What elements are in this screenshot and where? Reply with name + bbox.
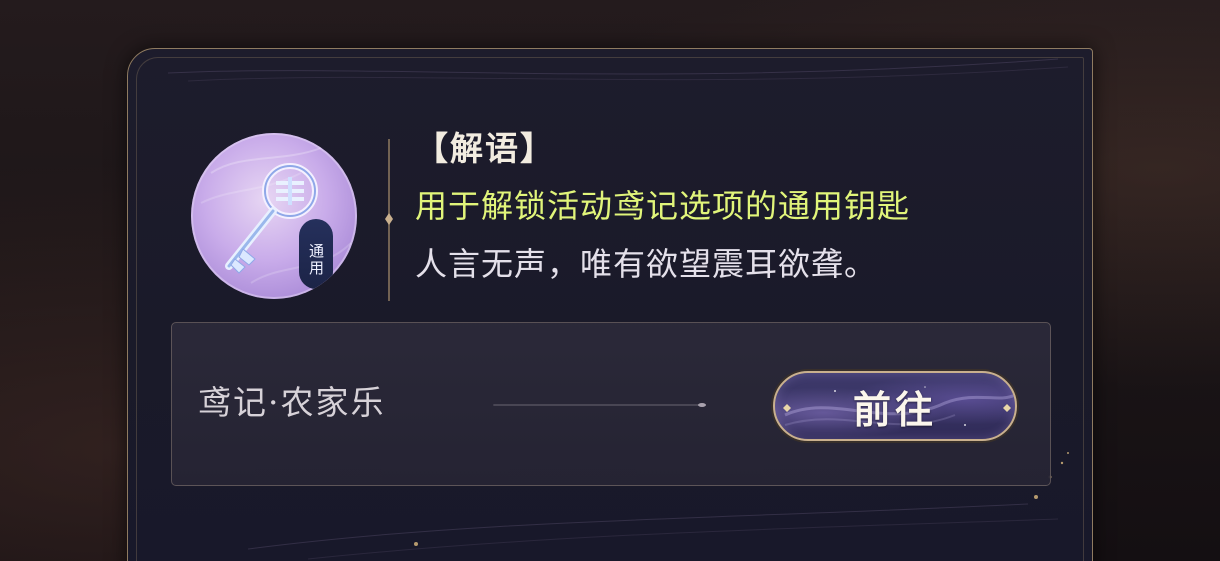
item-icon-frame: 通用 [191,133,357,299]
item-flavor-text: 人言无声，唯有欲望震耳欲聋。 [415,245,878,283]
source-name: 鸢记·农家乐 [198,383,386,422]
divider-ornament [385,139,393,301]
goto-button-label: 前往 [852,386,937,432]
item-detail-panel: 通用 【解语】 用于解锁活动鸢记选项的通用钥匙 人言无声，唯有欲望震耳欲聋。 鸢… [127,48,1093,561]
source-row: 鸢记·农家乐 前往 [171,322,1051,486]
source-connector-line [493,403,706,407]
key-icon: 通用 [191,133,357,299]
goto-button[interactable]: 前往 [773,371,1017,441]
game-scene: 通用 【解语】 用于解锁活动鸢记选项的通用钥匙 人言无声，唯有欲望震耳欲聋。 鸢… [0,0,1220,561]
description-title: 【解语】 [415,129,555,168]
item-function-text: 用于解锁活动鸢记选项的通用钥匙 [415,187,911,225]
universal-badge: 通用 [299,219,333,289]
item-description: 【解语】 用于解锁活动鸢记选项的通用钥匙 人言无声，唯有欲望震耳欲聋。 [415,127,1055,285]
